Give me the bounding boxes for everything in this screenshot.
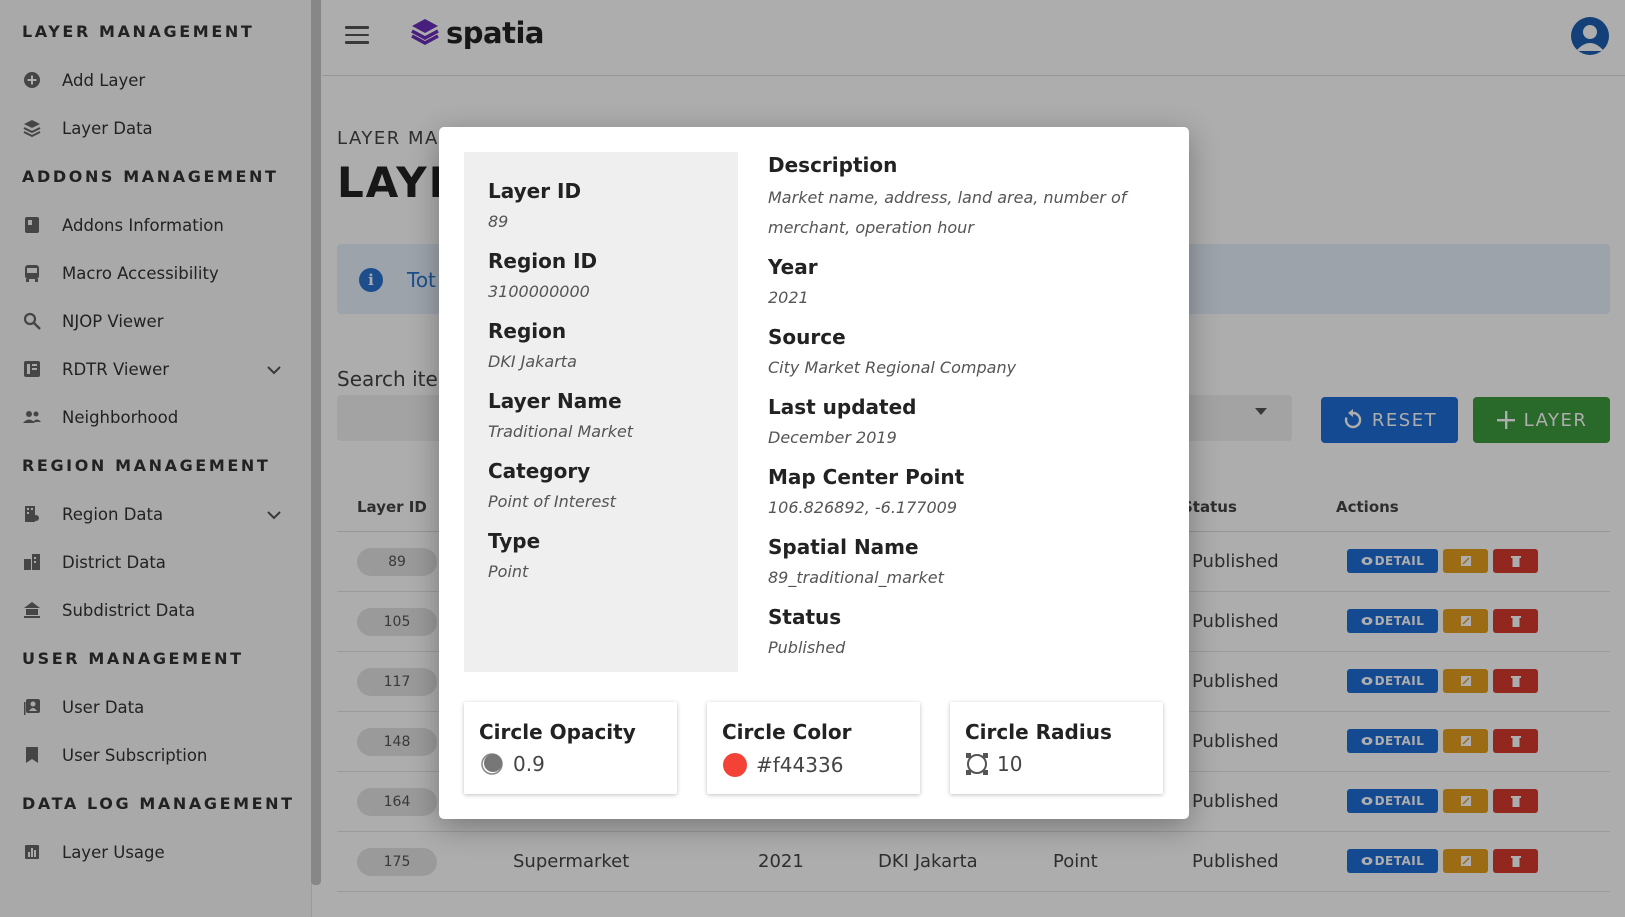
field-label-category: Category <box>488 459 591 483</box>
field-value-region-id: 3100000000 <box>488 282 590 301</box>
circle-radius-card: Circle Radius 10 <box>950 702 1163 794</box>
field-label-year: Year <box>768 255 818 279</box>
field-label-layer-id: Layer ID <box>488 179 582 203</box>
field-label-layer-name: Layer Name <box>488 389 622 413</box>
field-value-status: Published <box>768 638 846 657</box>
color-swatch-icon <box>722 752 748 778</box>
field-value-year: 2021 <box>768 288 809 307</box>
card-value: 0.9 <box>513 752 545 776</box>
field-value-map-center-point: 106.826892, -6.177009 <box>768 498 957 517</box>
field-label-spatial-name: Spatial Name <box>768 535 919 559</box>
field-value-description: Market name, address, land area, number … <box>768 188 1127 237</box>
field-label-description: Description <box>768 153 898 177</box>
field-label-region: Region <box>488 319 567 343</box>
field-label-source: Source <box>768 325 846 349</box>
field-value-layer-id: 89 <box>488 212 509 231</box>
circle-color-card: Circle Color #f44336 <box>707 702 920 794</box>
field-value-spatial-name: 89_traditional_market <box>768 568 944 587</box>
card-title: Circle Opacity <box>479 720 636 744</box>
card-title: Circle Color <box>722 720 852 744</box>
field-value-layer-name: Traditional Market <box>488 422 634 441</box>
opacity-icon <box>479 752 505 776</box>
field-value-type: Point <box>488 562 529 581</box>
field-value-source: City Market Regional Company <box>768 358 1017 377</box>
field-label-type: Type <box>488 529 541 553</box>
field-label-region-id: Region ID <box>488 249 598 273</box>
field-value-category: Point of Interest <box>488 492 616 511</box>
field-label-last-updated: Last updated <box>768 395 917 419</box>
card-value: 10 <box>997 752 1023 776</box>
field-value-region: DKI Jakarta <box>488 352 577 371</box>
field-label-status: Status <box>768 605 842 629</box>
circle-opacity-card: Circle Opacity 0.9 <box>464 702 677 794</box>
layer-detail-modal: Layer ID 89 Region ID 3100000000 Region … <box>439 127 1189 819</box>
field-value-last-updated: December 2019 <box>768 428 897 447</box>
field-label-map-center-point: Map Center Point <box>768 465 965 489</box>
card-title: Circle Radius <box>965 720 1112 744</box>
card-value: #f44336 <box>756 753 844 777</box>
radius-icon <box>965 752 989 776</box>
